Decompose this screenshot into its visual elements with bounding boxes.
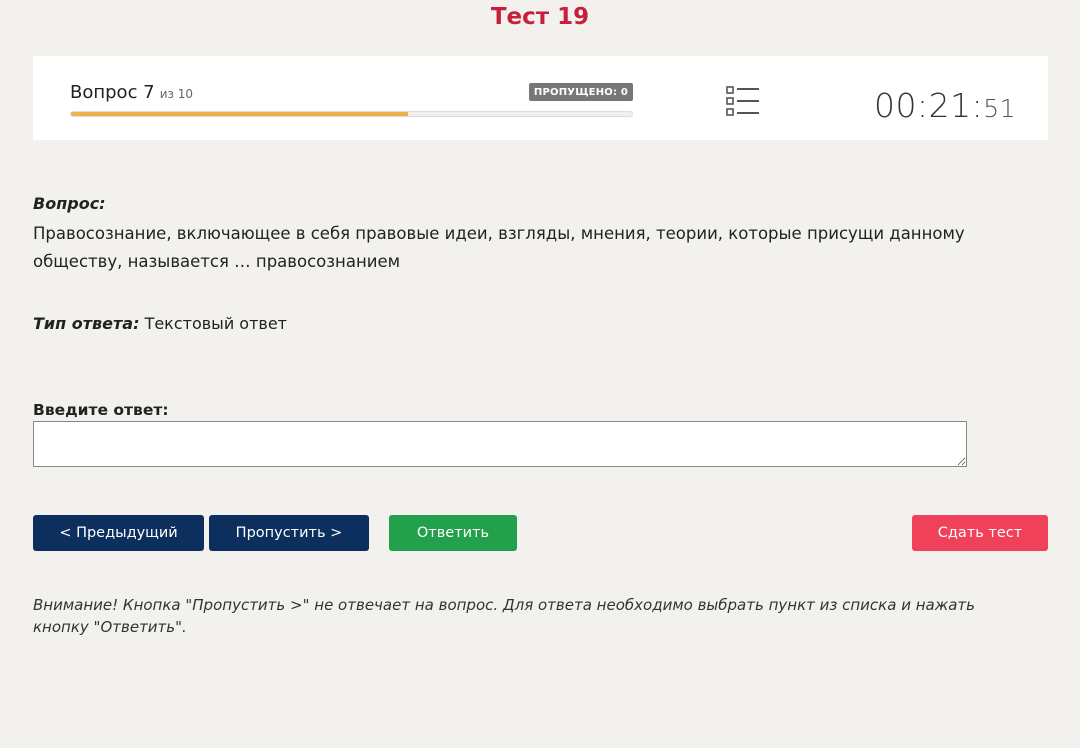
list-icon[interactable] — [726, 86, 760, 120]
timer-main: 00:21: — [873, 86, 984, 125]
skip-button[interactable]: Пропустить > — [209, 515, 369, 551]
question-progress: Вопрос 7 из 10 ПРОПУЩЕНО: 0 — [70, 82, 633, 117]
timer-seconds: 51 — [983, 94, 1016, 123]
answer-type-value: Текстовый ответ — [144, 314, 287, 333]
skip-notice: Внимание! Кнопка "Пропустить >" не отвеч… — [33, 596, 975, 636]
skipped-badge: ПРОПУЩЕНО: 0 — [528, 83, 633, 101]
question-counter: Вопрос 7 — [70, 82, 155, 103]
answer-button[interactable]: Ответить — [389, 515, 517, 551]
finish-test-button[interactable]: Сдать тест — [912, 515, 1048, 551]
test-status-panel: Вопрос 7 из 10 ПРОПУЩЕНО: 0 00:21:51 — [33, 56, 1048, 140]
progress-bar-fill — [71, 112, 408, 116]
question-heading: Вопрос: — [33, 194, 106, 213]
previous-button[interactable]: < Предыдущий — [33, 515, 204, 551]
answer-type: Тип ответа: Текстовый ответ — [33, 314, 287, 333]
page-title: Тест 19 — [490, 4, 590, 30]
progress-bar — [70, 111, 633, 117]
answer-type-label: Тип ответа: — [33, 314, 140, 333]
question-total: из 10 — [159, 87, 193, 101]
answer-input[interactable] — [33, 421, 967, 467]
answer-input-label: Введите ответ: — [33, 401, 169, 419]
countdown-timer: 00:21:51 — [874, 86, 1016, 125]
question-text: Правосознание, включающее в себя правовы… — [33, 224, 965, 271]
